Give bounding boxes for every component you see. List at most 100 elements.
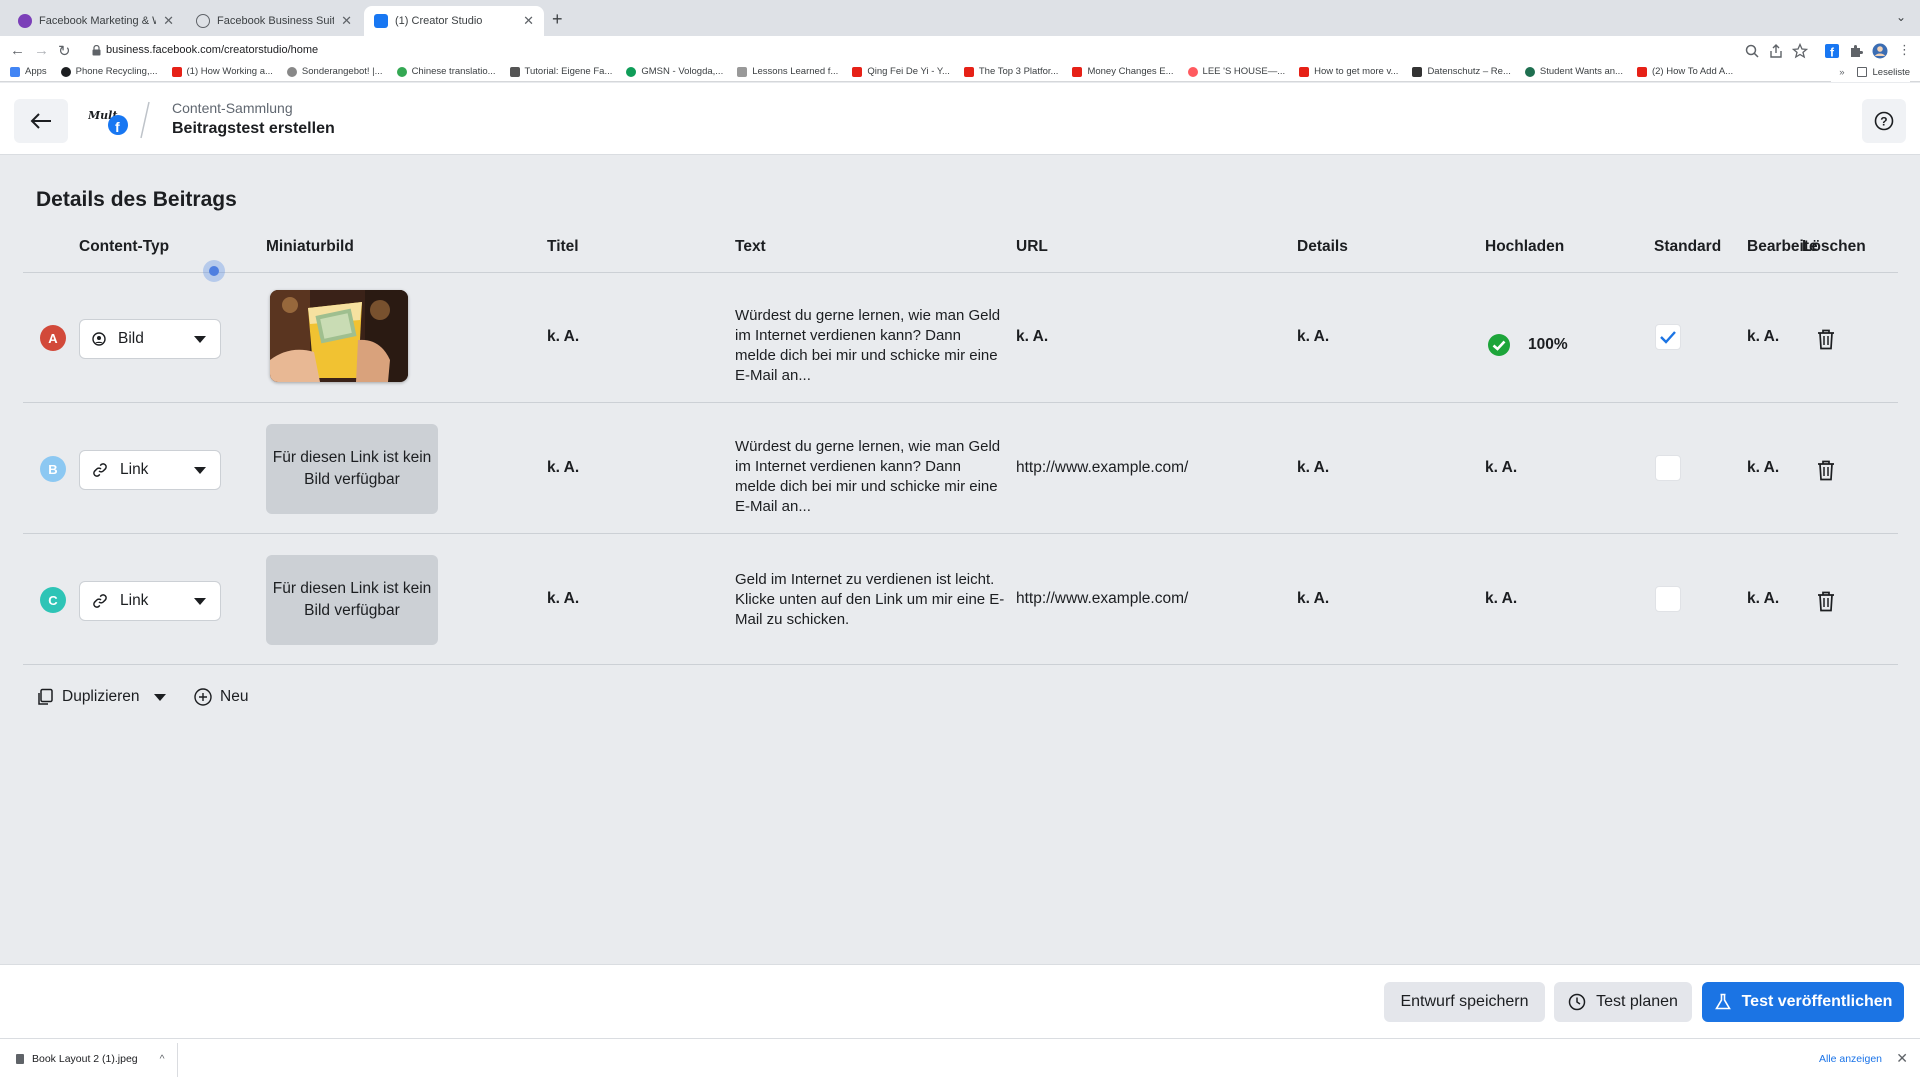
bookmark-item[interactable]: (1) How Working a... [171, 66, 273, 77]
bookmark-item[interactable]: (2) How To Add A... [1636, 66, 1733, 77]
browser-menu-icon[interactable]: ⋮ [1898, 42, 1911, 58]
money-glass-photo [270, 290, 408, 382]
bookmark-item[interactable]: The Top 3 Platfor... [963, 66, 1058, 77]
close-icon[interactable]: ✕ [163, 13, 174, 29]
bookmark-star-icon[interactable] [1792, 43, 1808, 59]
edit-value[interactable]: k. A. [1747, 328, 1779, 346]
share-icon[interactable] [1768, 43, 1784, 59]
chevron-down-icon [194, 598, 206, 605]
tab-label: (1) Creator Studio [395, 15, 483, 27]
browser-tab-facebook-marketing[interactable]: Facebook Marketing & Werbea ✕ [8, 6, 184, 36]
bookmark-favicon-icon [626, 66, 637, 77]
column-header-title: Titel [547, 238, 579, 255]
forward-arrow-icon[interactable]: → [34, 42, 49, 59]
no-thumbnail-placeholder[interactable]: Für diesen Link ist kein Bild verfügbar [266, 424, 438, 514]
browser-tab-creator-studio[interactable]: (1) Creator Studio ✕ [364, 6, 544, 36]
extensions-puzzle-icon[interactable] [1848, 43, 1864, 59]
show-all-downloads-link[interactable]: Alle anzeigen [1819, 1053, 1882, 1065]
content-type-dropdown[interactable]: Bild [79, 319, 221, 359]
variant-badge: C [40, 587, 66, 613]
close-icon[interactable]: ✕ [1896, 1050, 1908, 1067]
no-thumbnail-placeholder[interactable]: Für diesen Link ist kein Bild verfügbar [266, 555, 438, 645]
zoom-icon[interactable] [1744, 43, 1760, 59]
reload-icon[interactable]: ↻ [58, 42, 71, 60]
save-draft-button[interactable]: Entwurf speichern [1384, 982, 1545, 1022]
close-icon[interactable]: ✕ [523, 13, 534, 29]
bookmark-item[interactable]: Phone Recycling,... [60, 66, 158, 77]
tab-search-chevron-icon[interactable]: ⌄ [1896, 10, 1906, 24]
close-icon[interactable]: ✕ [341, 13, 352, 29]
bookmark-apps[interactable]: Apps [10, 66, 47, 77]
bookmark-item[interactable]: Qing Fei De Yi - Y... [852, 66, 950, 77]
publish-test-button[interactable]: Test veröffentlichen [1702, 982, 1904, 1022]
column-header-text: Text [735, 238, 766, 255]
youtube-icon [852, 66, 863, 77]
table-row: C Link Für diesen Link ist kein Bild ver… [23, 535, 1898, 665]
default-checkbox[interactable] [1655, 586, 1681, 612]
download-separator [177, 1043, 178, 1077]
help-button[interactable]: ? [1862, 99, 1906, 143]
trash-icon[interactable] [1816, 459, 1836, 481]
schedule-test-label: Test planen [1596, 993, 1678, 1010]
facebook-extension-icon[interactable]: f [1824, 43, 1840, 59]
thumbnail-image[interactable] [270, 290, 408, 382]
trash-icon[interactable] [1816, 590, 1836, 612]
upload-progress: 100% [1528, 336, 1568, 353]
reading-list[interactable]: » Leseliste [1831, 62, 1910, 82]
bookmark-item[interactable]: How to get more v... [1299, 66, 1398, 77]
column-header-delete: Löschen [1802, 238, 1866, 255]
column-header-content-type: Content-Typ [79, 238, 170, 255]
browser-tab-business-suite[interactable]: Facebook Business Suite ✕ [186, 6, 362, 36]
bookmark-item[interactable]: Chinese translatio... [396, 66, 496, 77]
duplicate-button[interactable]: Duplizieren [36, 688, 166, 706]
url-input[interactable]: business.facebook.com/creatorstudio/home [106, 44, 318, 56]
breadcrumb[interactable]: Content-Sammlung [172, 100, 293, 116]
bookmark-item[interactable]: LEE 'S HOUSE—... [1187, 66, 1285, 77]
facebook-icon [18, 14, 32, 28]
default-checkbox[interactable] [1655, 455, 1681, 481]
column-header-details: Details [1297, 238, 1348, 255]
page-title: Beitragstest erstellen [172, 120, 335, 137]
back-button[interactable] [14, 99, 68, 143]
url-value: k. A. [1016, 328, 1049, 345]
breadcrumb-separator [140, 101, 150, 139]
download-item[interactable]: Book Layout 2 (1).jpeg ^ [16, 1053, 165, 1065]
bookmark-item[interactable]: Datenschutz – Re... [1412, 66, 1511, 77]
content-type-dropdown[interactable]: Link [79, 450, 221, 490]
schedule-test-button[interactable]: Test planen [1554, 982, 1692, 1022]
bookmark-favicon-icon [396, 66, 407, 77]
svg-text:f: f [115, 119, 120, 135]
profile-avatar-icon[interactable] [1872, 43, 1888, 59]
youtube-icon [1636, 66, 1647, 77]
bookmark-item[interactable]: GMSN - Vologda,... [626, 66, 723, 77]
bookmark-item[interactable]: Student Wants an... [1524, 66, 1623, 77]
edit-value[interactable]: k. A. [1747, 590, 1779, 608]
bookmark-item[interactable]: Money Changes E... [1072, 66, 1174, 77]
default-checkbox[interactable] [1655, 324, 1681, 350]
new-tab-plus-icon[interactable]: + [552, 9, 563, 30]
copy-icon [38, 688, 53, 705]
text-value: Würdest du gerne lernen, wie man Geld im… [735, 307, 1001, 384]
help-question-icon: ? [1874, 111, 1894, 131]
more-bookmarks-chevron-icon[interactable]: » [1839, 67, 1844, 78]
back-arrow-icon[interactable]: ← [10, 42, 25, 59]
chevron-down-icon [153, 693, 166, 701]
chevron-up-icon[interactable]: ^ [160, 1053, 165, 1065]
bookmark-item[interactable]: Sonderangebot! |... [286, 66, 383, 77]
chevron-down-icon [194, 336, 206, 343]
bookmark-favicon-icon [737, 66, 748, 77]
edit-value[interactable]: k. A. [1747, 459, 1779, 477]
variant-badge: A [40, 325, 66, 351]
airbnb-icon [1187, 66, 1198, 77]
details-value: k. A. [1297, 328, 1330, 345]
title-value: k. A. [547, 590, 580, 607]
clock-icon [1568, 993, 1586, 1011]
new-button[interactable]: Neu [194, 688, 248, 706]
bookmark-item[interactable]: Lessons Learned f... [737, 66, 838, 77]
content-type-dropdown[interactable]: Link [79, 581, 221, 621]
bookmark-item[interactable]: Tutorial: Eigene Fa... [509, 66, 612, 77]
trash-icon[interactable] [1816, 328, 1836, 350]
url-value: http://www.example.com/ [1016, 590, 1189, 607]
upload-value: k. A. [1485, 459, 1518, 476]
table-row: A Bild k. A. Würdest du gerne lernen, wi… [23, 273, 1898, 403]
